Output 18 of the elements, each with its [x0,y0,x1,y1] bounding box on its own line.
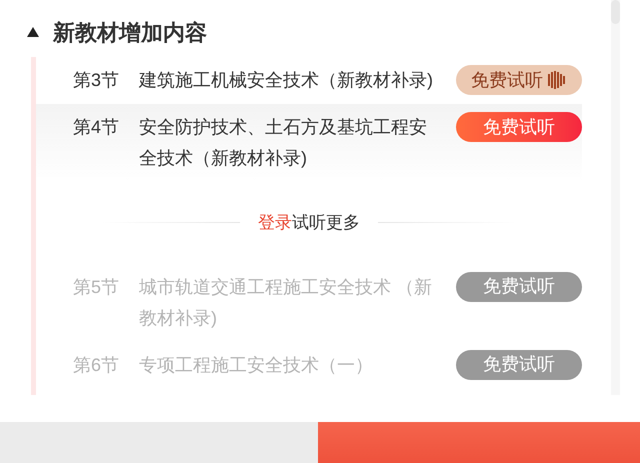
section-title: 新教材增加内容 [53,18,207,46]
login-link[interactable]: 登录 [258,213,292,232]
collapse-triangle-icon[interactable] [26,26,40,38]
lesson-row[interactable]: 第3节 建筑施工机械安全技术（新教材补录) 免费试听 [36,57,582,104]
login-prompt: 登录试听更多 [258,212,360,234]
lesson-title: 建筑施工机械安全技术（新教材补录) [139,69,434,92]
signup-bar[interactable] [318,422,640,463]
lesson-number: 第6节 [73,354,120,376]
lesson-number: 第3节 [73,69,120,92]
lesson-number: 第5节 [73,276,120,298]
lesson-number: 第4节 [73,116,120,139]
free-trial-button[interactable]: 免费试听 [456,65,582,95]
lesson-title: 专项工程施工安全技术（一） [139,354,374,376]
lesson-title: 安全防护技术、土石方及基坑工程安全技术（新教材补录) [139,116,428,170]
consult-bar[interactable] [0,422,318,463]
sound-wave-icon [547,71,567,89]
lesson-title: 城市轨道交通工程施工安全技术 （新教材补录) [139,276,434,330]
free-trial-button[interactable]: 免费试听 [456,112,582,142]
